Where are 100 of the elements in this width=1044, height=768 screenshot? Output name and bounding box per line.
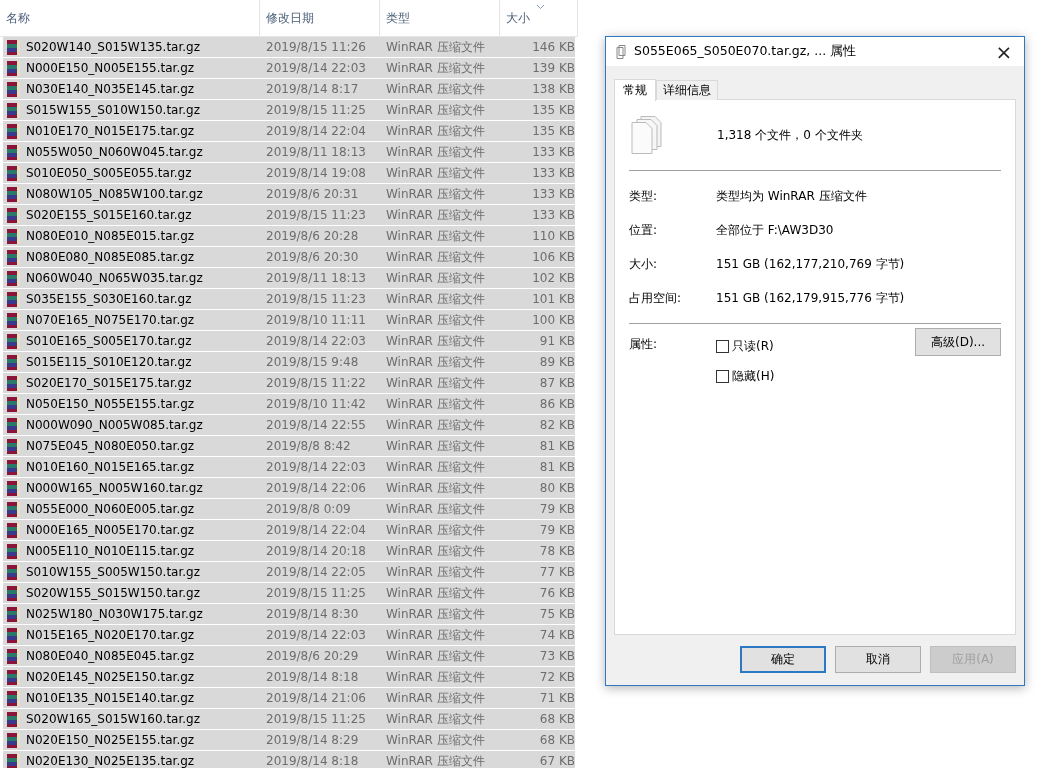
modified-date: 2019/8/10 11:11 (265, 313, 367, 327)
file-row[interactable]: N080W105_N085W100.tar.gz 2019/8/6 20:31 WinRAR 压缩文件 133 KB (3, 184, 575, 205)
file-row[interactable]: N025W180_N030W175.tar.gz 2019/8/14 8:30 WinRAR 压缩文件 75 KB (3, 604, 575, 625)
tab[interactable]: 详细信息 (656, 80, 718, 100)
file-row[interactable]: S035E155_S030E160.tar.gz 2019/8/15 11:23 WinRAR 压缩文件 101 KB (3, 289, 575, 310)
file-row[interactable]: N000W090_N005W085.tar.gz 2019/8/14 22:55 WinRAR 压缩文件 82 KB (3, 415, 575, 436)
archive-icon (6, 311, 22, 329)
file-name: S020W165_S015W160.tar.gz (26, 712, 201, 726)
file-row[interactable]: N070E165_N075E170.tar.gz 2019/8/10 11:11 WinRAR 压缩文件 100 KB (3, 310, 575, 331)
archive-icon (6, 269, 22, 287)
file-row[interactable]: N020E145_N025E150.tar.gz 2019/8/14 8:18 WinRAR 压缩文件 72 KB (3, 667, 575, 688)
file-size: 68 KB (538, 733, 576, 747)
modified-date: 2019/8/14 19:08 (265, 166, 367, 180)
file-row[interactable]: N080E080_N085E085.tar.gz 2019/8/6 20:30 WinRAR 压缩文件 106 KB (3, 247, 575, 268)
file-row[interactable]: N060W040_N065W035.tar.gz 2019/8/11 18:13 WinRAR 压缩文件 102 KB (3, 268, 575, 289)
modified-date: 2019/8/14 8:17 (265, 82, 360, 96)
file-name: N010E135_N015E140.tar.gz (26, 691, 195, 705)
file-row[interactable]: S020W140_S015W135.tar.gz 2019/8/15 11:26 WinRAR 压缩文件 146 KB (3, 37, 575, 58)
file-row[interactable]: N030E140_N035E145.tar.gz 2019/8/14 8:17 WinRAR 压缩文件 138 KB (3, 79, 575, 100)
checkbox-label[interactable]: 隐藏(H) (732, 368, 775, 385)
archive-icon (6, 584, 22, 602)
advanced-button[interactable]: 高级(D)... (915, 328, 1001, 356)
file-row[interactable]: S020W155_S015W150.tar.gz 2019/8/15 11:25 WinRAR 压缩文件 76 KB (3, 583, 575, 604)
file-row[interactable]: N055W050_N060W045.tar.gz 2019/8/11 18:13 WinRAR 压缩文件 133 KB (3, 142, 575, 163)
file-row[interactable]: N005E110_N010E115.tar.gz 2019/8/14 20:18 WinRAR 压缩文件 78 KB (3, 541, 575, 562)
modified-date: 2019/8/15 11:25 (265, 103, 367, 117)
file-size: 106 KB (531, 250, 576, 264)
file-name: N050E150_N055E155.tar.gz (26, 397, 195, 411)
file-size: 86 KB (538, 397, 576, 411)
file-row[interactable]: N010E170_N015E175.tar.gz 2019/8/14 22:04 WinRAR 压缩文件 135 KB (3, 121, 575, 142)
tab[interactable]: 常规 (614, 79, 656, 101)
file-row[interactable]: S020E170_S015E175.tar.gz 2019/8/15 11:22 WinRAR 压缩文件 87 KB (3, 373, 575, 394)
checkbox-label[interactable]: 只读(R) (732, 337, 774, 355)
checkbox[interactable] (716, 339, 729, 353)
archive-icon (6, 185, 22, 203)
file-type: WinRAR 压缩文件 (385, 269, 486, 287)
file-size: 101 KB (531, 292, 576, 306)
file-name: N080W105_N085W100.tar.gz (26, 187, 203, 201)
file-row[interactable]: N080E010_N085E015.tar.gz 2019/8/6 20:28 WinRAR 压缩文件 110 KB (3, 226, 575, 247)
selection-summary: 1,318 个文件，0 个文件夹 (717, 126, 863, 144)
property-value: 全部位于 F:\AW3D30 (716, 221, 835, 239)
file-type: WinRAR 压缩文件 (385, 500, 486, 518)
file-name: S020W155_S015W150.tar.gz (26, 586, 201, 600)
file-size: 133 KB (531, 166, 576, 180)
modified-date: 2019/8/15 11:22 (265, 376, 367, 390)
file-type: WinRAR 压缩文件 (385, 668, 486, 686)
file-row[interactable]: N080E040_N085E045.tar.gz 2019/8/6 20:29 WinRAR 压缩文件 73 KB (3, 646, 575, 667)
checkbox[interactable] (716, 370, 729, 383)
file-name: N080E080_N085E085.tar.gz (26, 250, 195, 264)
column-header[interactable]: 名称 (0, 0, 260, 36)
file-size: 68 KB (538, 712, 576, 726)
column-header[interactable]: 修改日期 (260, 0, 380, 36)
file-type: WinRAR 压缩文件 (385, 710, 486, 728)
file-row[interactable]: N050E150_N055E155.tar.gz 2019/8/10 11:42 WinRAR 压缩文件 86 KB (3, 394, 575, 415)
modified-date: 2019/8/14 8:18 (265, 754, 360, 768)
dialog-button[interactable]: 确定 (740, 646, 826, 673)
file-row[interactable]: N010E160_N015E165.tar.gz 2019/8/14 22:03 WinRAR 压缩文件 81 KB (3, 457, 575, 478)
file-row[interactable]: N020E130_N025E135.tar.gz 2019/8/14 8:18 WinRAR 压缩文件 67 KB (3, 751, 575, 768)
file-row[interactable]: S010E050_S005E055.tar.gz 2019/8/14 19:08 WinRAR 压缩文件 133 KB (3, 163, 575, 184)
archive-icon (6, 521, 22, 539)
column-header[interactable]: 类型 (380, 0, 500, 36)
file-size: 79 KB (538, 502, 576, 516)
modified-date: 2019/8/15 9:48 (265, 355, 360, 369)
file-name: N005E110_N010E115.tar.gz (26, 544, 195, 558)
file-row[interactable]: N020E150_N025E155.tar.gz 2019/8/14 8:29 WinRAR 压缩文件 68 KB (3, 730, 575, 751)
file-row[interactable]: S020W165_S015W160.tar.gz 2019/8/15 11:25 WinRAR 压缩文件 68 KB (3, 709, 575, 730)
modified-date: 2019/8/14 22:03 (265, 460, 367, 474)
file-type: WinRAR 压缩文件 (385, 416, 486, 434)
file-name: N060W040_N065W035.tar.gz (26, 271, 203, 285)
file-size: 67 KB (538, 754, 576, 768)
archive-icon (6, 500, 22, 518)
file-name: S015E115_S010E120.tar.gz (26, 355, 192, 369)
file-size: 73 KB (538, 649, 576, 663)
modified-date: 2019/8/11 18:13 (265, 145, 367, 159)
modified-date: 2019/8/6 20:29 (265, 649, 360, 663)
file-row[interactable]: N000E150_N005E155.tar.gz 2019/8/14 22:03 WinRAR 压缩文件 139 KB (3, 58, 575, 79)
file-row[interactable]: N075E045_N080E050.tar.gz 2019/8/8 8:42 WinRAR 压缩文件 81 KB (3, 436, 575, 457)
file-row[interactable]: N010E135_N015E140.tar.gz 2019/8/14 21:06 WinRAR 压缩文件 71 KB (3, 688, 575, 709)
modified-date: 2019/8/6 20:28 (265, 229, 360, 243)
file-name: N000E150_N005E155.tar.gz (26, 61, 195, 75)
file-type: WinRAR 压缩文件 (385, 584, 486, 602)
archive-icon (6, 542, 22, 560)
close-button[interactable]: × (984, 37, 1024, 66)
file-row[interactable]: S010W155_S005W150.tar.gz 2019/8/14 22:05 WinRAR 压缩文件 77 KB (3, 562, 575, 583)
file-row[interactable]: S015E115_S010E120.tar.gz 2019/8/15 9:48 WinRAR 压缩文件 89 KB (3, 352, 575, 373)
file-row[interactable]: N015E165_N020E170.tar.gz 2019/8/14 22:03 WinRAR 压缩文件 74 KB (3, 625, 575, 646)
file-row[interactable]: N055E000_N060E005.tar.gz 2019/8/8 0:09 WinRAR 压缩文件 79 KB (3, 499, 575, 520)
file-row[interactable]: N000E165_N005E170.tar.gz 2019/8/14 22:04 WinRAR 压缩文件 79 KB (3, 520, 575, 541)
modified-date: 2019/8/8 0:09 (265, 502, 352, 516)
file-name: N055E000_N060E005.tar.gz (26, 502, 195, 516)
file-row[interactable]: N000W165_N005W160.tar.gz 2019/8/14 22:06 WinRAR 压缩文件 80 KB (3, 478, 575, 499)
modified-date: 2019/8/14 22:06 (265, 481, 367, 495)
file-row[interactable]: S020E155_S015E160.tar.gz 2019/8/15 11:23 WinRAR 压缩文件 133 KB (3, 205, 575, 226)
dialog-button[interactable]: 取消 (835, 646, 921, 673)
column-header[interactable]: 大小 (500, 0, 578, 36)
modified-date: 2019/8/14 22:04 (265, 124, 367, 138)
file-row[interactable]: S010E165_S005E170.tar.gz 2019/8/14 22:03 WinRAR 压缩文件 91 KB (3, 331, 575, 352)
file-type: WinRAR 压缩文件 (385, 101, 486, 119)
file-row[interactable]: S015W155_S010W150.tar.gz 2019/8/15 11:25 WinRAR 压缩文件 135 KB (3, 100, 575, 121)
file-name: N020E145_N025E150.tar.gz (26, 670, 195, 684)
